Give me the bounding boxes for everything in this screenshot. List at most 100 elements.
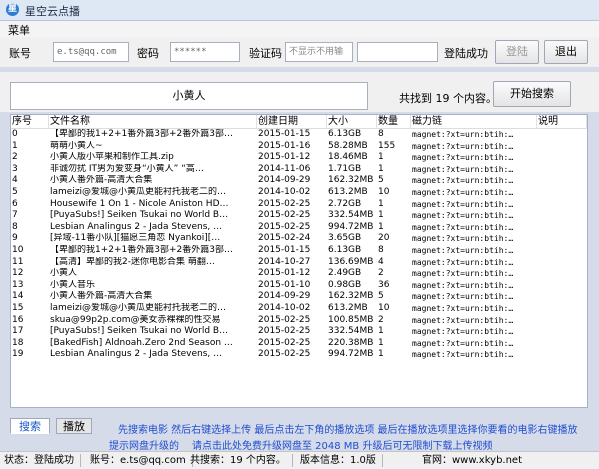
start-search-button[interactable]: 开始搜索 xyxy=(493,81,571,107)
table-row[interactable]: 0 【卑鄙的我1+2+1番外篇3部+2番外篇3部… 2015-01-15 6.13GB… xyxy=(11,129,587,140)
cell-count: 1 xyxy=(378,349,384,360)
cell-date: 2015-02-24 xyxy=(258,233,311,244)
table-row[interactable]: 4 小黄人番外篇-高清大合集 2014-09-29 162.32MB 5 magnet:?… xyxy=(11,175,587,186)
table-row[interactable]: 5 lameizi@爱城@小黄瓜更能衬托我老二的… 2014-10-02 613.2M… xyxy=(11,187,587,198)
cell-size: 1.71GB xyxy=(328,163,362,174)
cell-date: 2014-09-29 xyxy=(258,291,311,302)
account-label: 账号 xyxy=(9,47,31,60)
account-field[interactable]: e.ts@qq.com xyxy=(53,42,129,62)
table-row[interactable]: 10 【卑鄙的我1+2+1番外篇3部+2番外篇3部… 2015-01-15 6.13G… xyxy=(11,245,587,256)
table-row[interactable]: 3 非诚勿扰 IT男为爱变身“小黄人” “高… 2014-11-06 1.71GB 1 m… xyxy=(11,164,587,175)
cell-index: 11 xyxy=(12,256,24,267)
cell-count: 4 xyxy=(378,256,384,267)
cell-note xyxy=(537,129,587,140)
cell-index: 5 xyxy=(12,187,18,197)
cell-index: 17 xyxy=(12,326,24,337)
cell-magnet: magnet:?xt=urn:btih:… xyxy=(412,188,514,197)
menu-item-main[interactable]: 菜单 xyxy=(8,22,30,38)
header-col-size[interactable]: 大小 xyxy=(327,115,377,128)
status-website[interactable]: 官网：www.xkyb.net xyxy=(422,454,528,467)
table-row[interactable]: 16 skua@99p2p.com@美女赤裸裸的性交易 2015-02-25 100.… xyxy=(11,315,587,326)
cell-date: 2015-02-25 xyxy=(258,349,311,360)
cell-size: 58.28MB xyxy=(328,140,368,151)
cell-size: 994.72MB xyxy=(328,221,374,232)
table-row[interactable]: 13 小黄人音乐 2015-01-10 0.98GB 36 magnet:?xt=urn:… xyxy=(11,280,587,291)
header-col-note[interactable]: 说明 xyxy=(537,115,587,128)
cell-index: 9 xyxy=(12,233,18,244)
cell-filename: 小黄人番外篇-高清大合集 xyxy=(50,175,153,186)
cell-note xyxy=(537,349,587,360)
cell-date: 2014-09-29 xyxy=(258,175,311,186)
cell-size: 0.98GB xyxy=(328,279,362,290)
results-table[interactable]: 序号 文件名称 创建日期 大小 数量 磁力链 说明 0 【卑鄙的我1+2+1番外篇3部+2番外… xyxy=(10,114,588,408)
cell-magnet: magnet:?xt=urn:btih:… xyxy=(412,269,514,279)
header-col-filename[interactable]: 文件名称 xyxy=(49,115,257,128)
captcha-field[interactable]: 不显示不用输 xyxy=(285,42,353,62)
cell-filename: 【卑鄙的我1+2+1番外篇3部+2番外篇3部… xyxy=(50,245,233,255)
cell-note xyxy=(537,338,587,349)
upgrade-hint[interactable]: 提示网盘升级的 xyxy=(109,437,179,452)
table-row[interactable]: 18 [BakedFish] Aldnoah.Zero 2nd Season … 2… xyxy=(11,338,587,349)
cell-date: 2015-02-25 xyxy=(258,326,311,337)
cell-magnet: magnet:?xt=urn:btih:… xyxy=(412,327,514,337)
cell-magnet: magnet:?xt=urn:btih:… xyxy=(412,153,514,163)
cell-size: 220.38MB xyxy=(328,337,374,348)
window-title: 星空云点播 xyxy=(25,5,80,18)
table-row[interactable]: 17 [PuyaSubs!] Seiken Tsukai no World B… 2… xyxy=(11,326,587,337)
logout-button[interactable]: 退出 xyxy=(544,40,588,64)
table-row[interactable]: 11 【高清】卑鄙的我2-迷你电影合集 萌翻… 2014-10-27 136.69MB… xyxy=(11,257,587,268)
login-panel: 账号 e.ts@qq.com 密码 ****** 验证码 不显示不用输 登陆成功… xyxy=(0,37,599,67)
cell-magnet: magnet:?xt=urn:btih:… xyxy=(412,304,514,313)
cell-filename: [异域-11番小队][猫愿三角恋 Nyankoi][… xyxy=(50,233,221,244)
cell-size: 100.85MB xyxy=(328,314,374,325)
result-count: 共找到 19 个内容。 xyxy=(399,92,497,105)
header-col-date[interactable]: 创建日期 xyxy=(257,115,327,128)
cell-size: 994.72MB xyxy=(328,349,374,360)
table-header: 序号 文件名称 创建日期 大小 数量 磁力链 说明 xyxy=(11,115,587,129)
info-instructions: 先搜索电影 然后右键选择上传 最后点击左下角的播放选项 最后在播放选项里选择你要… xyxy=(118,425,578,436)
cell-filename: 【卑鄙的我1+2+1番外篇3部+2番外篇3部… xyxy=(50,129,233,139)
table-row[interactable]: 1 萌萌小黄人~ 2015-01-16 58.28MB 155 magnet:?xt=ur… xyxy=(11,141,587,152)
table-row[interactable]: 12 小黄人 2015-01-12 2.49GB 2 magnet:?xt=urn:bti… xyxy=(11,268,587,279)
cell-filename: 非诚勿扰 IT男为爱变身“小黄人” “高… xyxy=(50,163,204,174)
table-row[interactable]: 14 小黄人番外篇-高清大合集 2014-09-29 162.32MB 5 magnet:… xyxy=(11,291,587,302)
cell-size: 2.49GB xyxy=(328,268,362,279)
table-row[interactable]: 8 Lesbian Analingus 2 - Jada Stevens, … 20… xyxy=(11,222,587,233)
cell-note xyxy=(537,280,587,291)
cell-filename: 小黄人番外篇-高清大合集 xyxy=(50,291,153,302)
cell-note xyxy=(537,164,587,175)
table-row[interactable]: 15 lameizi@爱城@小黄瓜更能衬托我老二的… 2014-10-02 613.2… xyxy=(11,303,587,314)
search-bar: 小黄人 共找到 19 个内容。 开始搜索 xyxy=(0,72,599,112)
table-row[interactable]: 2 小黄人版小苹果和制作工具.zip 2015-01-12 18.46MB 1 magne… xyxy=(11,152,587,163)
password-field[interactable]: ****** xyxy=(170,42,240,62)
upgrade-link[interactable]: 请点击此处免费升级网盘至 2048 MB 升级后可无限制下载上传视频 xyxy=(192,437,492,452)
tab-play[interactable]: 播放 xyxy=(56,418,92,434)
cell-note xyxy=(537,291,587,302)
cell-filename: skua@99p2p.com@美女赤裸裸的性交易 xyxy=(50,314,221,325)
tab-search[interactable]: 搜索 xyxy=(10,418,50,434)
cell-date: 2015-01-15 xyxy=(258,245,311,255)
cell-size: 162.32MB xyxy=(328,175,374,186)
cell-size: 18.46MB xyxy=(328,152,368,163)
login-button[interactable]: 登陆 xyxy=(495,40,539,64)
cell-size: 332.54MB xyxy=(328,326,374,337)
table-row[interactable]: 7 [PuyaSubs!] Seiken Tsukai no World B… 20… xyxy=(11,210,587,221)
table-row[interactable]: 6 Housewife 1 On 1 - Nicole Aniston HD… 20… xyxy=(11,199,587,210)
cell-filename: 小黄人音乐 xyxy=(50,279,96,290)
cell-note xyxy=(537,303,587,314)
table-row[interactable]: 9 [异域-11番小队][猫愿三角恋 Nyankoi][… 2015-02-24 3.… xyxy=(11,233,587,244)
header-col-index[interactable]: 序号 xyxy=(11,115,49,128)
cell-size: 613.2MB xyxy=(328,303,368,313)
header-col-count[interactable]: 数量 xyxy=(377,115,411,128)
cell-magnet: magnet:?xt=urn:btih:… xyxy=(412,246,514,255)
cell-count: 2 xyxy=(378,314,384,325)
search-input[interactable]: 小黄人 xyxy=(10,82,368,110)
cell-note xyxy=(537,175,587,186)
cell-size: 162.32MB xyxy=(328,291,374,302)
cell-count: 10 xyxy=(378,187,390,197)
cell-filename: Lesbian Analingus 2 - Jada Stevens, … xyxy=(50,349,223,360)
cell-index: 6 xyxy=(12,198,18,209)
header-col-magnet[interactable]: 磁力链 xyxy=(411,115,537,128)
table-row[interactable]: 19 Lesbian Analingus 2 - Jada Stevens, … 2… xyxy=(11,349,587,360)
status-shared: 共搜索：19 个内容。 xyxy=(190,454,293,467)
